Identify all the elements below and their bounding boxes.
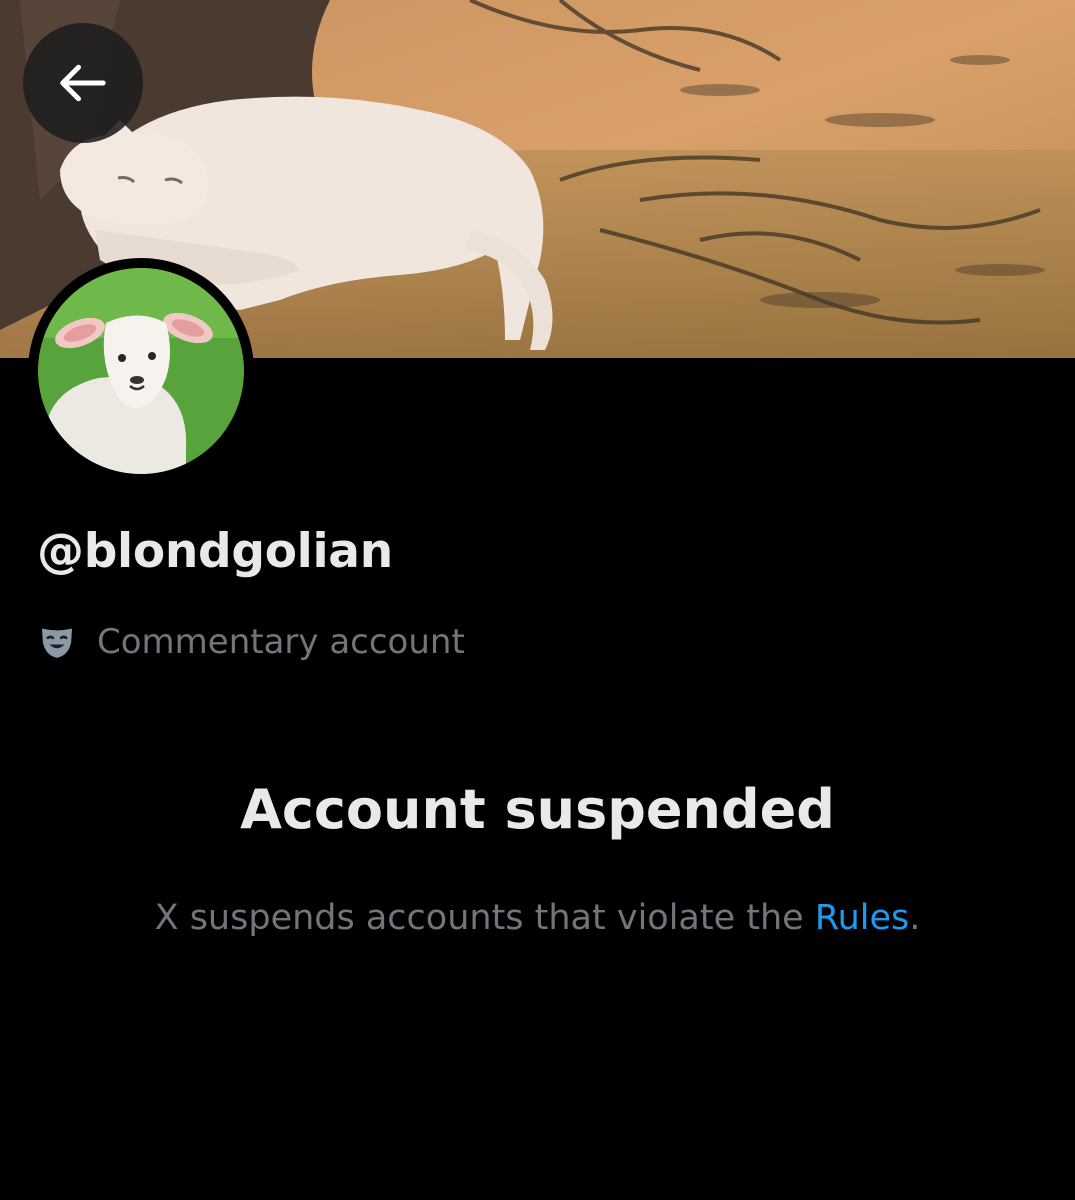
account-label-text: Commentary account — [97, 622, 465, 662]
suspended-text-end: . — [909, 898, 921, 938]
suspended-title: Account suspended — [240, 778, 835, 841]
avatar[interactable] — [28, 258, 254, 484]
suspended-description: X suspends accounts that violate the Rul… — [0, 898, 1075, 938]
theater-mask-icon — [42, 628, 72, 658]
avatar-image — [38, 268, 244, 474]
back-button[interactable] — [23, 23, 143, 143]
rules-link[interactable]: Rules — [815, 898, 909, 938]
account-label[interactable]: Commentary account — [37, 620, 465, 664]
profile-handle: @blondgolian — [37, 524, 393, 579]
arrow-left-icon — [60, 64, 106, 102]
suspended-text: X suspends accounts that violate the — [154, 898, 815, 938]
